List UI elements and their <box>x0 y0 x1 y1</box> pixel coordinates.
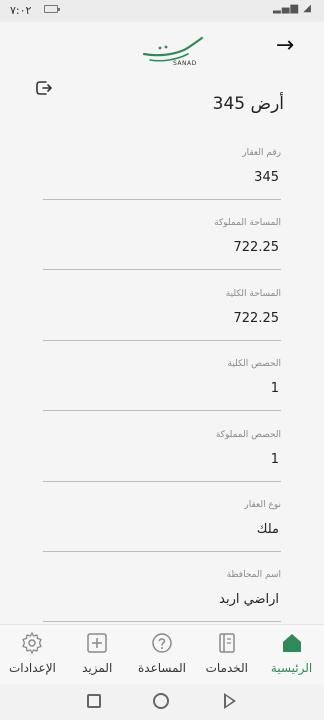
field-divider <box>43 621 281 622</box>
field-divider <box>43 481 281 482</box>
nav-label: المزيد <box>82 661 113 675</box>
field-total-area: المساحة الكلية 722.25 <box>43 289 281 341</box>
plus-icon <box>87 633 107 653</box>
field-label: نوع العقار <box>244 500 281 510</box>
nav-label: الخدمات <box>205 661 249 675</box>
field-governorate-name: اسم المحافظة اراضي اربد <box>43 570 281 622</box>
field-label: الحصص المملوكة <box>215 430 281 440</box>
field-value: 722.25 <box>233 240 280 255</box>
property-details: أرض 345 رقم العقار 345 المساحة المملوكة … <box>0 76 324 624</box>
field-value: اراضي اربد <box>219 592 279 607</box>
logo-caption: SANAD <box>173 60 197 67</box>
system-navigation-bar <box>0 684 324 720</box>
field-value: 1 <box>270 381 279 396</box>
share-icon[interactable] <box>34 78 54 98</box>
field-divider <box>43 410 281 411</box>
field-value: ملك <box>256 522 279 537</box>
field-label: الحصص الكلية <box>227 359 281 369</box>
property-title: أرض 345 <box>212 94 284 114</box>
battery-icon <box>44 5 60 13</box>
nav-item-settings[interactable]: الإعدادات <box>0 625 65 685</box>
field-divider <box>43 199 281 200</box>
nav-item-home[interactable]: الرئيسية <box>259 625 324 685</box>
nav-label: الرئيسية <box>270 661 313 675</box>
gear-icon <box>22 632 43 654</box>
field-value: 1 <box>270 452 279 467</box>
status-bar: ٧:٠٢ ▂▄▆ ◢ <box>0 0 324 22</box>
help-icon <box>152 633 172 653</box>
field-property-number: رقم العقار 345 <box>43 148 281 200</box>
home-icon <box>282 634 301 652</box>
back-arrow-icon[interactable]: → <box>268 32 302 60</box>
back-triangle-icon[interactable] <box>224 693 236 709</box>
field-value: 345 <box>254 170 279 185</box>
nav-item-more[interactable]: المزيد <box>65 625 130 685</box>
field-owned-shares: الحصص المملوكة 1 <box>43 430 281 482</box>
field-label: رقم العقار <box>242 148 281 158</box>
field-label: المساحة المملوكة <box>214 218 281 228</box>
nav-label: الإعدادات <box>8 661 56 675</box>
field-label: اسم المحافظة <box>226 570 281 580</box>
recents-icon[interactable] <box>87 694 101 708</box>
field-divider <box>43 340 281 341</box>
field-divider <box>43 551 281 552</box>
field-label: المساحة الكلية <box>225 289 281 299</box>
field-divider <box>43 269 281 270</box>
home-button-icon[interactable] <box>153 693 169 709</box>
status-time: ٧:٠٢ <box>10 4 32 17</box>
services-icon <box>219 633 235 653</box>
field-total-shares: الحصص الكلية 1 <box>43 359 281 411</box>
nav-item-services[interactable]: الخدمات <box>194 625 259 685</box>
signal-wifi-icon: ▂▄▆ ◢ <box>273 3 312 14</box>
nav-item-help[interactable]: المساعدة <box>130 625 195 685</box>
app-header: SANAD → <box>0 22 324 76</box>
field-owned-area: المساحة المملوكة 722.25 <box>43 218 281 270</box>
bottom-navigation: الرئيسية الخدمات المساعدة المزيد الإعداد… <box>0 624 324 684</box>
field-property-type: نوع العقار ملك <box>43 500 281 552</box>
nav-label: المساعدة <box>137 661 187 675</box>
field-value: 722.25 <box>233 311 280 326</box>
